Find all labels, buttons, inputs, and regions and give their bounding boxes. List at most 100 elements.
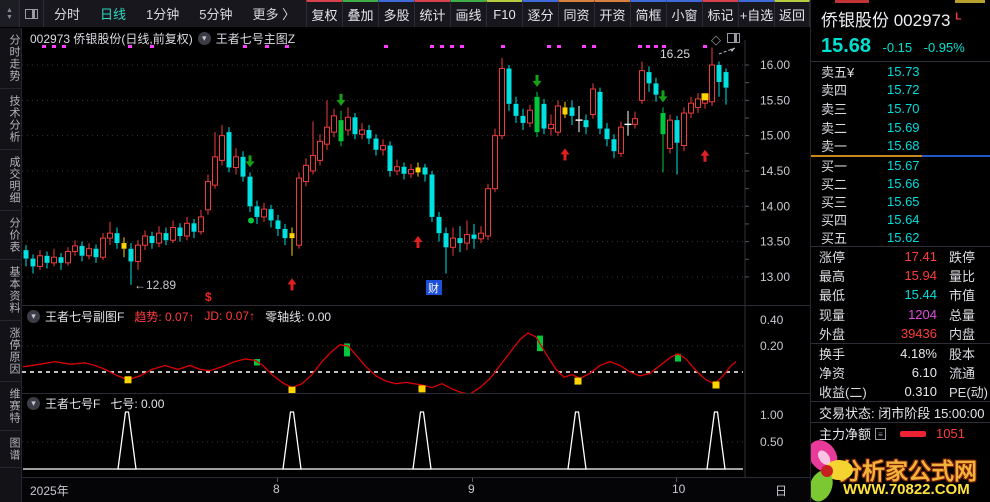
stats-block-2: 换手 4.18% 股本 净资 6.10 流通 收益(二) 0.310 PE(动) (811, 344, 990, 402)
stat-row: 换手 4.18% 股本 (819, 345, 976, 362)
order-row[interactable]: 卖二 15.69 (811, 118, 990, 137)
left-sidebar: 分时走势 技术分析 成交明细 分价表 基本资料 涨停原因 维赛特 图谱 (0, 28, 22, 502)
date-axis[interactable]: 2025年 8 9 10 日 (22, 477, 810, 502)
sidebar-item-1[interactable]: 技术分析 (0, 89, 22, 150)
period-tabs: 分时 日线 1分钟 5分钟 更多 〉 (44, 0, 305, 27)
price-change: -0.15 (882, 40, 913, 55)
toolbar-button-逐分[interactable]: 逐分 (522, 0, 558, 27)
sidebar-item-3[interactable]: 分价表 (0, 211, 22, 260)
stat-row: 最高 15.94 量比 (819, 268, 976, 285)
period-tab-4[interactable]: 更多 〉 (243, 0, 306, 27)
detail-icon[interactable]: ≡ (875, 427, 887, 440)
order-row[interactable]: 买四 15.64 (811, 210, 990, 228)
flower-logo-icon (811, 440, 853, 502)
toolbar-button-返回[interactable]: 返回 (774, 0, 810, 27)
date-tick (676, 478, 677, 482)
trading-status: 交易状态: 闭市阶段 15:00:00 (819, 405, 985, 421)
toolbar-buttons: 复权 叠加 多股 统计 画线 F10 逐分 同资 开资 简框 小窗 标记 +自选 返回 (306, 0, 810, 27)
toolbar-button-多股[interactable]: 多股 (378, 0, 414, 27)
sidebar-item-0[interactable]: 分时走势 (0, 28, 22, 89)
sub1-param-trend: 趋势: 0.07↑ (134, 309, 195, 324)
stat-row: 现量 1204 总量 (819, 306, 976, 323)
scroll-arrows[interactable]: ▲ ▼ (0, 0, 20, 27)
sub1-param-zero: 零轴线: 0.00 (265, 309, 332, 324)
stat-row: 最低 15.44 市值 (819, 287, 976, 304)
order-row[interactable]: 买一 15.67 (811, 157, 990, 175)
candlestick-chart[interactable]: 16.00 15.50 15.00 14.50 14.00 13.50 13.00 16.25… (22, 40, 810, 308)
period-tab-2[interactable]: 1分钟 (136, 0, 189, 27)
main-force-bar (900, 430, 927, 437)
pane-window-icon[interactable] (727, 33, 740, 43)
main-chart-header: 002973 侨银股份(日线,前复权) ▾ 王者七号主图Z (22, 28, 745, 48)
order-row[interactable]: 卖五¥ 15.73 (811, 62, 990, 81)
diamond-icon[interactable]: ◇ (711, 32, 727, 47)
svg-text:13.00: 13.00 (760, 270, 790, 284)
toolbar-button-复权[interactable]: 复权 (306, 0, 342, 27)
sidebar-item-5[interactable]: 涨停原因 (0, 321, 22, 382)
order-row[interactable]: 买三 15.65 (811, 193, 990, 211)
main-force-value: 1051 (936, 426, 965, 442)
top-menu-bar: ▲ ▼ 分时 日线 1分钟 5分钟 更多 〉 复权 叠加 多股 统计 画线 F10 逐分 同资 开资 简框… (0, 0, 810, 28)
scroll-down-icon[interactable]: ▼ (6, 14, 13, 21)
svg-text:16.00: 16.00 (760, 58, 790, 72)
date-label-0: 2025年 (30, 484, 69, 498)
toolbar-button-统计[interactable]: 统计 (414, 0, 450, 27)
trading-terminal: ▲ ▼ 分时 日线 1分钟 5分钟 更多 〉 复权 叠加 多股 统计 画线 F10 逐分 同资 开资 简框… (0, 0, 990, 502)
window-layout-icon[interactable] (20, 0, 44, 27)
margin-flag: L (955, 11, 962, 23)
main-overlay-label: 王者七号主图Z (215, 31, 296, 46)
quote-panel: 侨银股份 002973 L 15.68 -0.15 -0.95% 卖五¥ 15.7… (810, 0, 990, 502)
svg-text:14.50: 14.50 (760, 164, 790, 178)
order-row[interactable]: 卖三 15.70 (811, 99, 990, 118)
period-tab-3[interactable]: 5分钟 (189, 0, 242, 27)
sidebar-item-6[interactable]: 维赛特 (0, 382, 22, 431)
toolbar-button-同资[interactable]: 同资 (558, 0, 594, 27)
chevron-down-icon[interactable]: ▾ (197, 31, 211, 45)
period-tab-1[interactable]: 日线 (90, 0, 136, 27)
toolbar-button-小窗[interactable]: 小窗 (666, 0, 702, 27)
sidebar-item-4[interactable]: 基本资料 (0, 260, 22, 321)
sidebar-item-2[interactable]: 成交明细 (0, 150, 22, 211)
svg-text:财: 财 (428, 281, 439, 295)
chevron-down-icon[interactable]: ▾ (27, 396, 40, 410)
svg-text:14.00: 14.00 (760, 199, 790, 213)
svg-text:1.00: 1.00 (760, 408, 784, 422)
toolbar-button-叠加[interactable]: 叠加 (342, 0, 378, 27)
order-row[interactable]: 买五 15.62 (811, 228, 990, 246)
svg-text:16.25: 16.25 (660, 47, 690, 61)
sub1-param-jd: JD: 0.07↑ (204, 309, 256, 323)
toolbar-button-+自选[interactable]: +自选 (738, 0, 774, 27)
date-tick (472, 478, 473, 482)
ask-queue: 卖五¥ 15.73 卖四 15.72 卖三 15.70 卖二 15.69 卖一 15.68 (811, 62, 990, 155)
sub1-name: 王者七号副图F (45, 309, 125, 324)
toolbar-button-开资[interactable]: 开资 (594, 0, 630, 27)
date-label-1: 8 (273, 482, 280, 496)
price-change-pct: -0.95% (923, 40, 965, 55)
svg-text:0.50: 0.50 (760, 435, 784, 449)
order-row[interactable]: 卖四 15.72 (811, 81, 990, 100)
bid-queue: 买一 15.67 买二 15.66 买三 15.65 买四 15.64 买五 15.62 (811, 157, 990, 246)
topbar-color-ticks (810, 0, 990, 3)
sub2-name: 王者七号F (45, 396, 101, 411)
order-row[interactable]: 买二 15.66 (811, 175, 990, 193)
toolbar-button-画线[interactable]: 画线 (450, 0, 486, 27)
chevron-down-icon[interactable]: ▾ (27, 309, 40, 323)
svg-text:13.50: 13.50 (760, 235, 790, 249)
chart-area: 002973 侨银股份(日线,前复权) ▾ 王者七号主图Z ◇ 16.00 15.… (22, 28, 810, 502)
svg-text:0.20: 0.20 (760, 339, 784, 353)
scroll-up-icon[interactable]: ▲ (6, 7, 13, 14)
period-tab-0[interactable]: 分时 (44, 0, 90, 27)
sidebar-item-7[interactable]: 图谱 (0, 431, 22, 468)
order-row[interactable]: 卖一 15.68 (811, 136, 990, 155)
stock-name: 侨银股份 002973 L (821, 11, 962, 30)
svg-text:0.40: 0.40 (760, 313, 784, 327)
toolbar-button-简框[interactable]: 简框 (630, 0, 666, 27)
stat-row: 净资 6.10 流通 (819, 365, 976, 382)
date-tick (277, 478, 278, 482)
stat-row: 收益(二) 0.310 PE(动) (819, 384, 989, 401)
toolbar-button-标记[interactable]: 标记 (702, 0, 738, 27)
indicator-panel-1: ▾ 王者七号副图F 趋势: 0.07↑ JD: 0.07↑ 零轴线: 0.00 … (22, 305, 810, 394)
stat-row: 涨停 17.41 跌停 (819, 249, 976, 266)
svg-text:$: $ (205, 290, 212, 304)
toolbar-button-F10[interactable]: F10 (486, 0, 522, 27)
